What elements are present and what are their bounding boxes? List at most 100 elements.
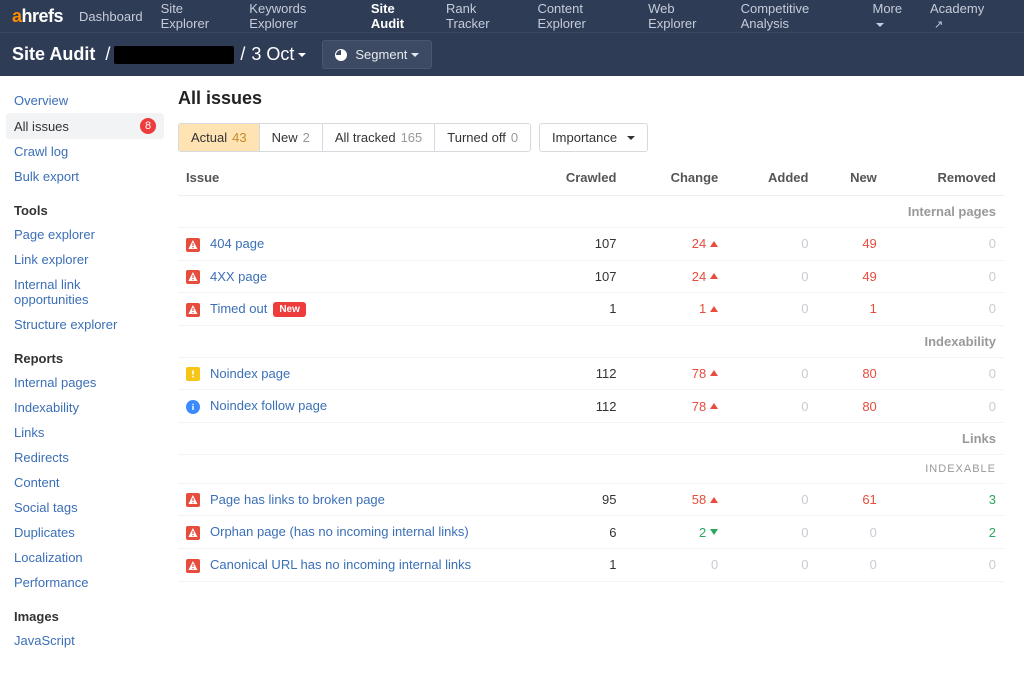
sidebar-item-overview[interactable]: Overview <box>0 88 170 113</box>
chevron-down-icon <box>627 136 635 140</box>
tab-count: 165 <box>401 130 423 145</box>
sidebar-item-localization[interactable]: Localization <box>0 545 170 570</box>
cell-value: 49 <box>862 236 876 251</box>
tab-count: 0 <box>511 130 518 145</box>
chevron-down-icon <box>298 53 306 57</box>
table-row[interactable]: Page has links to broken page9558 0613 <box>178 483 1004 516</box>
table-row[interactable]: Timed outNew11 010 <box>178 293 1004 326</box>
col-new[interactable]: New <box>816 160 884 196</box>
cell-value: 0 <box>989 366 996 381</box>
nav-site-explorer[interactable]: Site Explorer <box>161 1 232 31</box>
tab-turned-off[interactable]: Turned off 0 <box>435 124 530 151</box>
sidebar-item-links[interactable]: Links <box>0 420 170 445</box>
nav-academy-label: Academy <box>930 1 984 16</box>
cell-value: 107 <box>595 236 617 251</box>
arrow-up-icon <box>710 497 718 503</box>
change-value: 24 <box>692 269 718 284</box>
sidebar-item-label: Internal link opportunities <box>14 277 156 307</box>
segment-button[interactable]: Segment <box>322 40 432 69</box>
sidebar-item-performance[interactable]: Performance <box>0 570 170 595</box>
sidebar-item-label: Content <box>14 475 60 490</box>
logo-rest: hrefs <box>22 6 64 27</box>
arrow-up-icon <box>710 273 718 279</box>
nav-web-explorer[interactable]: Web Explorer <box>648 1 723 31</box>
status-tabgroup: Actual43 New 2 All tracked165 Turned off 0 <box>178 123 531 152</box>
cell-value: 80 <box>862 399 876 414</box>
cell-value: 107 <box>595 269 617 284</box>
cell-value: 0 <box>801 399 808 414</box>
logo[interactable]: ahrefs <box>12 6 63 27</box>
tab-all-tracked[interactable]: All tracked165 <box>323 124 435 151</box>
tab-new[interactable]: New 2 <box>260 124 323 151</box>
sidebar-item-bulk-export[interactable]: Bulk export <box>0 164 170 189</box>
sidebar-item-indexability[interactable]: Indexability <box>0 395 170 420</box>
col-change[interactable]: Change <box>624 160 726 196</box>
group-header: Links <box>178 422 1004 454</box>
sidebar-section-images: Images <box>0 595 170 628</box>
nav-keywords-explorer[interactable]: Keywords Explorer <box>249 1 353 31</box>
sidebar-item-structure-explorer[interactable]: Structure explorer <box>0 312 170 337</box>
cell-value: 0 <box>801 557 808 572</box>
table-row[interactable]: Noindex page11278 0800 <box>178 357 1004 390</box>
nav-site-audit[interactable]: Site Audit <box>371 1 428 31</box>
importance-dropdown[interactable]: Importance <box>539 123 648 152</box>
cell-value: 80 <box>862 366 876 381</box>
issue-name: Page has links to broken page <box>210 492 385 507</box>
filter-tabs: Actual43 New 2 All tracked165 Turned off 0… <box>178 123 1004 152</box>
nav-rank-tracker[interactable]: Rank Tracker <box>446 1 519 31</box>
sidebar-item-label: Indexability <box>14 400 79 415</box>
cell-value: 0 <box>801 236 808 251</box>
table-row[interactable]: Canonical URL has no incoming internal l… <box>178 548 1004 581</box>
sidebar-item-label: All issues <box>14 119 69 134</box>
nav-competitive-analysis[interactable]: Competitive Analysis <box>741 1 855 31</box>
col-removed[interactable]: Removed <box>885 160 1004 196</box>
col-crawled[interactable]: Crawled <box>518 160 624 196</box>
issues-count-badge: 8 <box>140 118 156 134</box>
change-value: 78 <box>692 366 718 381</box>
nav-dashboard[interactable]: Dashboard <box>79 9 143 24</box>
table-row[interactable]: Orphan page (has no incoming internal li… <box>178 516 1004 549</box>
table-row[interactable]: Noindex follow page11278 0800 <box>178 390 1004 423</box>
cell-value: 3 <box>989 492 996 507</box>
tab-label: New <box>272 130 298 145</box>
nav-more-label: More <box>872 1 902 16</box>
sidebar-item-label: Bulk export <box>14 169 79 184</box>
nav-content-explorer[interactable]: Content Explorer <box>537 1 630 31</box>
crawl-date-dropdown[interactable]: 3 Oct <box>251 44 306 65</box>
sidebar-item-page-explorer[interactable]: Page explorer <box>0 222 170 247</box>
new-badge: New <box>273 302 306 317</box>
tab-label: Turned off <box>447 130 506 145</box>
separator: / <box>240 44 245 65</box>
table-row[interactable]: 4XX page10724 0490 <box>178 260 1004 293</box>
tab-actual[interactable]: Actual43 <box>179 124 260 151</box>
sidebar-item-label: Internal pages <box>14 375 96 390</box>
sidebar-item-link-explorer[interactable]: Link explorer <box>0 247 170 272</box>
sidebar-item-internal-pages[interactable]: Internal pages <box>0 370 170 395</box>
separator: / <box>105 44 110 65</box>
project-name-redacted[interactable] <box>114 46 234 64</box>
change-value: 58 <box>692 492 718 507</box>
tab-count: 2 <box>303 130 310 145</box>
sidebar-item-label: Crawl log <box>14 144 68 159</box>
cell-value: 1 <box>870 301 877 316</box>
sidebar-item-javascript[interactable]: JavaScript <box>0 628 170 653</box>
subgroup-header: INDEXABLE <box>178 454 1004 483</box>
col-issue[interactable]: Issue <box>178 160 518 196</box>
col-added[interactable]: Added <box>726 160 816 196</box>
cell-value: 0 <box>989 236 996 251</box>
sidebar-item-all-issues[interactable]: All issues 8 <box>6 113 164 139</box>
sidebar-item-social-tags[interactable]: Social tags <box>0 495 170 520</box>
sidebar-item-label: Duplicates <box>14 525 75 540</box>
sidebar-item-crawl-log[interactable]: Crawl log <box>0 139 170 164</box>
nav-more[interactable]: More <box>872 1 912 31</box>
sidebar-item-internal-link-opportunities[interactable]: Internal link opportunities <box>0 272 170 312</box>
table-row[interactable]: 404 page10724 0490 <box>178 228 1004 261</box>
chevron-down-icon <box>411 53 419 57</box>
sidebar-item-redirects[interactable]: Redirects <box>0 445 170 470</box>
sidebar-item-label: Links <box>14 425 44 440</box>
sidebar-item-duplicates[interactable]: Duplicates <box>0 520 170 545</box>
arrow-up-icon <box>710 370 718 376</box>
nav-academy[interactable]: Academy↗ <box>930 1 994 31</box>
sidebar-item-label: Page explorer <box>14 227 95 242</box>
sidebar-item-content[interactable]: Content <box>0 470 170 495</box>
